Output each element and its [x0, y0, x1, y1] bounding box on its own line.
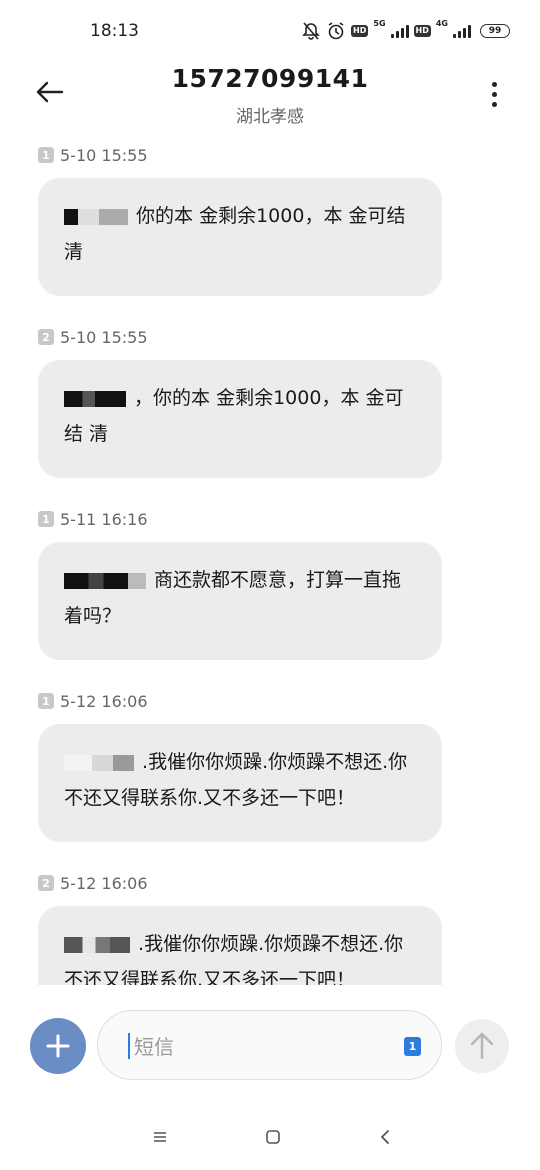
message-item: 1 5-10 15:55 你的本 金剩余1000，本 金可结 清 [38, 142, 442, 296]
send-button[interactable] [455, 1019, 509, 1073]
message-time: 5-12 16:06 [60, 691, 148, 711]
message-list[interactable]: 1 5-10 15:55 你的本 金剩余1000，本 金可结 清 2 5-10 … [0, 140, 540, 985]
message-item: 1 5-11 16:16 商还款都不愿意，打算一直拖着吗？ [38, 506, 442, 660]
message-bubble[interactable]: .我催你你烦躁.你烦躁不想还.你不还又得联系你.又不多还一下吧！ [38, 906, 442, 985]
message-meta: 1 5-11 16:16 [38, 506, 442, 532]
network-type-2: 4G [435, 19, 448, 28]
system-nav-bar [0, 1112, 540, 1162]
message-input[interactable]: 短信 1 [97, 1010, 442, 1080]
message-meta: 2 5-12 16:06 [38, 870, 442, 896]
message-time: 5-10 15:55 [60, 327, 148, 347]
sim-select-button[interactable]: 1 [404, 1037, 421, 1056]
signal-1-icon [390, 24, 409, 38]
message-time: 5-12 16:06 [60, 873, 148, 893]
bell-off-icon [301, 21, 321, 41]
redacted-name [64, 572, 146, 589]
sms-conversation-screen: 18:13 HD 5G HD 4G 99 15727099141 湖北孝感 1 … [0, 0, 540, 1170]
add-attachment-button[interactable] [30, 1018, 86, 1074]
status-bar: 18:13 HD 5G HD 4G 99 [0, 0, 540, 62]
conversation-header: 15727099141 湖北孝感 [0, 62, 540, 132]
hd-icon: HD [351, 25, 369, 37]
more-vertical-icon [491, 81, 497, 87]
alarm-icon [326, 21, 346, 41]
message-item: 2 5-10 15:55 ，你的本 金剩余1000，本 金可结 清 [38, 324, 442, 478]
sim-badge: 2 [38, 875, 54, 891]
contact-location: 湖北孝感 [236, 107, 304, 127]
compose-bar: 短信 1 [0, 1008, 540, 1084]
message-bubble[interactable]: 你的本 金剩余1000，本 金可结 清 [38, 178, 442, 296]
redacted-name [64, 390, 126, 407]
redacted-name [64, 754, 134, 771]
plus-icon [46, 1034, 70, 1058]
redacted-name [64, 936, 130, 953]
message-time: 5-11 16:16 [60, 509, 148, 529]
status-time: 18:13 [90, 21, 139, 41]
message-item: 1 5-12 16:06 .我催你你烦躁.你烦躁不想还.你不还又得联系你.又不多… [38, 688, 442, 842]
message-meta: 1 5-10 15:55 [38, 142, 442, 168]
nav-back-button[interactable] [370, 1122, 400, 1152]
message-item: 2 5-12 16:06 .我催你你烦躁.你烦躁不想还.你不还又得联系你.又不多… [38, 870, 442, 985]
network-type-1: 5G [373, 19, 386, 28]
more-options-button[interactable] [482, 72, 506, 116]
sim-badge: 1 [38, 693, 54, 709]
battery-icon: 99 [480, 24, 510, 38]
message-meta: 2 5-10 15:55 [38, 324, 442, 350]
hd-icon-2: HD [413, 25, 431, 37]
message-bubble[interactable]: 商还款都不愿意，打算一直拖着吗？ [38, 542, 442, 660]
signal-2-icon [453, 24, 471, 38]
sim-badge: 2 [38, 329, 54, 345]
sim-badge: 1 [38, 511, 54, 527]
message-time: 5-10 15:55 [60, 145, 148, 165]
chevron-left-icon [381, 1130, 389, 1144]
message-meta: 1 5-12 16:06 [38, 688, 442, 714]
nav-menu-button[interactable] [145, 1122, 175, 1152]
nav-home-button[interactable] [258, 1122, 288, 1152]
menu-icon [154, 1132, 166, 1142]
contact-number: 15727099141 [171, 64, 369, 93]
message-bubble[interactable]: .我催你你烦躁.你烦躁不想还.你不还又得联系你.又不多还一下吧！ [38, 724, 442, 842]
square-icon [265, 1130, 280, 1144]
input-placeholder: 短信 [134, 1035, 174, 1059]
text-cursor [128, 1033, 130, 1059]
redacted-name [64, 208, 128, 225]
status-icons: HD 5G HD 4G 99 [301, 19, 510, 41]
message-bubble[interactable]: ，你的本 金剩余1000，本 金可结 清 [38, 360, 442, 478]
sim-badge: 1 [38, 147, 54, 163]
arrow-up-icon [470, 1032, 494, 1060]
